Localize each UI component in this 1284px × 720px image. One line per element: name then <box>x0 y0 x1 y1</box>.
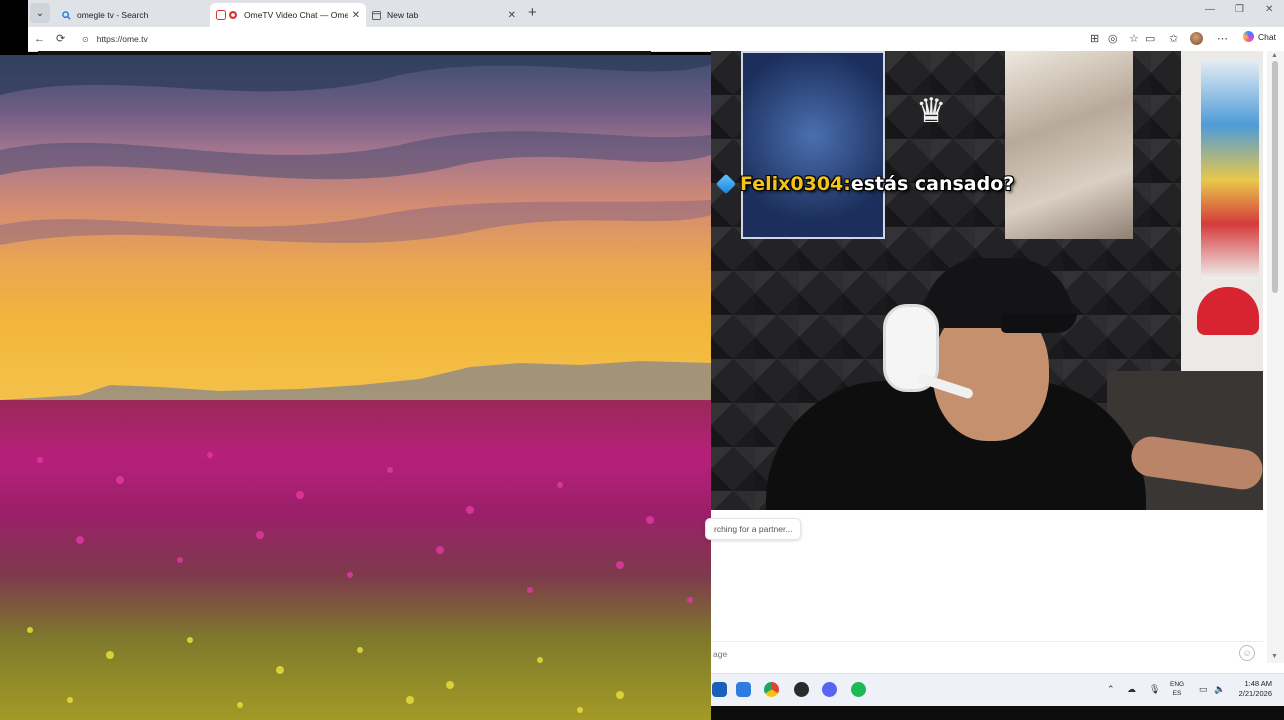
cartoon-duck-artwork <box>1201 59 1259 279</box>
bottom-black-bar <box>711 706 1284 720</box>
tab-search-menu-button[interactable]: ⌄ <box>30 3 50 23</box>
cap-visor <box>1001 313 1077 333</box>
browser-toolbar: ← ⟳ ⊙ https://ome.tv ⊞ ◎ ☆ ▭ ✩ ⋯ Chat <box>28 27 1284 52</box>
reload-icon[interactable]: ⟳ <box>56 32 65 46</box>
searching-status-bubble: rching for a partner... <box>705 518 802 540</box>
address-bar[interactable]: ⊙ https://ome.tv <box>76 30 1086 48</box>
self-camera-video <box>0 55 711 720</box>
page-scrollbar[interactable]: ▲ ▼ <box>1267 51 1284 663</box>
language-bottom: ES <box>1172 690 1182 697</box>
favorites-icon[interactable]: ✩ <box>1169 32 1178 46</box>
stranger-camera-video: ♛ Felix0304: estás cansado? <box>711 51 1263 510</box>
close-icon[interactable]: ✕ <box>352 10 360 21</box>
browser-tab-strip: ⌄ omegle tv - Search ✕ OmeTV Video Chat … <box>28 0 1284 27</box>
obs-app-icon[interactable] <box>794 682 809 697</box>
champions-poster <box>741 51 885 239</box>
distant-mountains <box>0 361 711 405</box>
scroll-down-arrow-icon[interactable]: ▼ <box>1271 653 1278 660</box>
language-indicator[interactable]: ENG ES <box>1170 680 1184 698</box>
scrollbar-thumb[interactable] <box>1272 61 1278 293</box>
status-text: rching for a partner... <box>714 524 793 534</box>
window-close-button[interactable]: ✕ <box>1265 4 1273 15</box>
tab-omegle-search[interactable]: omegle tv - Search ✕ <box>56 3 236 27</box>
overlay-message: estás cansado? <box>850 173 1015 195</box>
discord-app-icon[interactable] <box>822 682 837 697</box>
message-bar: ☺ <box>711 641 1263 664</box>
chat-button-label: Chat <box>1258 31 1276 42</box>
more-options-icon[interactable]: ⋯ <box>1217 32 1228 46</box>
flower-specks <box>27 452 693 713</box>
taskbar: ⌃ ☁ 🎙 ENG ES ▭ 🔈 1:48 AM 2/21/2026 <box>711 673 1284 706</box>
new-tab-button[interactable]: + <box>528 4 537 22</box>
close-icon[interactable]: ✕ <box>508 10 516 21</box>
chat-messages-area <box>711 541 1263 641</box>
search-icon <box>62 10 71 20</box>
copilot-icon <box>1243 31 1255 42</box>
tab-new-tab[interactable]: New tab ✕ <box>366 3 522 27</box>
tab-title: omegle tv - Search <box>77 10 149 20</box>
back-arrow-icon[interactable]: ← <box>34 32 45 46</box>
copilot-chat-button[interactable]: Chat <box>1243 31 1276 42</box>
tab-ometv[interactable]: OmeTV Video Chat — Omegle ✕ <box>210 3 366 27</box>
store-app-icon[interactable] <box>712 682 727 697</box>
display-icon[interactable]: ▭ <box>1199 684 1208 695</box>
clock-date: 2/21/2026 <box>1238 689 1272 698</box>
tray-chevron-up-icon[interactable]: ⌃ <box>1107 684 1115 695</box>
collage-poster <box>1005 51 1133 239</box>
ometv-chat-panel: ♛ Felix0304: estás cansado? rching for a… <box>705 51 1284 720</box>
overlay-username: Felix0304: <box>740 173 851 195</box>
chevron-down-icon: ⌄ <box>35 7 45 19</box>
url-text: https://ome.tv <box>96 34 148 44</box>
newtab-page-icon <box>372 10 381 20</box>
app-grid-icon[interactable]: ⊞ <box>1090 32 1099 46</box>
restore-button[interactable]: ❐ <box>1235 4 1244 15</box>
site-info-icon[interactable]: ⊙ <box>82 35 89 44</box>
tab-title: New tab <box>387 10 419 20</box>
cube-badge-icon <box>715 173 737 195</box>
photos-app-icon[interactable] <box>736 682 751 697</box>
stream-chat-overlay: Felix0304: estás cansado? <box>715 173 1015 195</box>
spotify-app-icon[interactable] <box>851 682 866 697</box>
language-top: ENG <box>1170 681 1185 688</box>
split-screen-icon[interactable]: ▭ <box>1145 32 1155 46</box>
favorite-star-icon[interactable]: ☆ <box>1129 32 1139 46</box>
taskbar-clock[interactable]: 1:48 AM 2/21/2026 <box>1239 679 1272 699</box>
minimize-button[interactable]: — <box>1205 4 1215 15</box>
tracking-prevention-icon[interactable]: ◎ <box>1108 32 1118 46</box>
tab-title: OmeTV Video Chat — Omegle <box>244 10 348 20</box>
clock-time: 1:48 AM <box>1244 679 1272 688</box>
microphone-icon[interactable]: 🎙 <box>1149 684 1160 695</box>
onedrive-cloud-icon[interactable]: ☁ <box>1127 684 1136 695</box>
recording-icon <box>216 10 238 20</box>
scroll-up-arrow-icon[interactable]: ▲ <box>1271 52 1278 59</box>
emoji-picker-icon[interactable]: ☺ <box>1239 645 1255 661</box>
chrome-app-icon[interactable] <box>764 682 779 697</box>
volume-icon[interactable]: 🔈 <box>1214 684 1225 695</box>
crown-neon-sign-icon: ♛ <box>916 92 947 130</box>
message-input[interactable] <box>711 645 1215 663</box>
sunset-sky <box>0 55 711 400</box>
profile-avatar[interactable] <box>1190 32 1203 45</box>
